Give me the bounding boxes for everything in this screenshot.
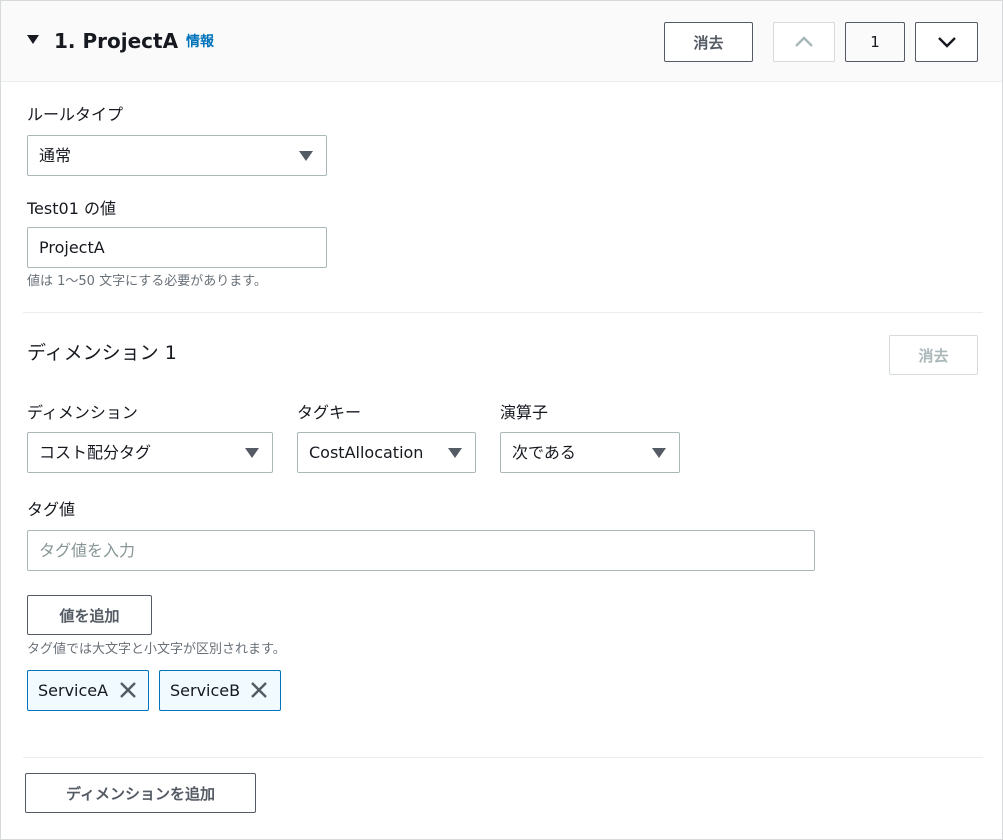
operator-select[interactable]: 次である xyxy=(500,432,680,473)
remove-token-icon[interactable] xyxy=(249,680,269,700)
rule-header: 1. ProjectA 情報 消去 1 xyxy=(1,1,1002,82)
value-constraint-hint: 値は 1〜50 文字にする必要があります。 xyxy=(27,274,267,289)
move-up-button[interactable] xyxy=(773,22,835,62)
dropdown-arrow-icon xyxy=(245,448,259,458)
dropdown-arrow-icon xyxy=(299,151,313,161)
tag-key-label: タグキー xyxy=(297,403,362,422)
rule-delete-button[interactable]: 消去 xyxy=(664,22,753,62)
footer-divider xyxy=(23,757,983,758)
tag-token-label: ServiceA xyxy=(38,681,109,700)
case-sensitive-hint: タグ値では大文字と小文字が区別されます。 xyxy=(27,642,286,657)
tag-value-placeholder: タグ値を入力 xyxy=(39,540,136,560)
tag-key-value: CostAllocation xyxy=(309,442,424,462)
rule-type-value: 通常 xyxy=(39,145,72,165)
value-input[interactable]: ProjectA xyxy=(27,227,327,268)
rule-order-number: 1 xyxy=(845,22,905,62)
chevron-up-icon xyxy=(795,36,813,47)
collapse-caret-icon[interactable] xyxy=(27,35,39,44)
rule-title: 1. ProjectA xyxy=(54,29,179,53)
add-value-button[interactable]: 値を追加 xyxy=(27,595,152,635)
move-down-button[interactable] xyxy=(915,22,978,62)
info-link[interactable]: 情報 xyxy=(186,33,214,51)
section-divider xyxy=(23,312,983,313)
rule-type-label: ルールタイプ xyxy=(27,105,124,124)
tag-token: ServiceB xyxy=(159,670,281,711)
dimension-select[interactable]: コスト配分タグ xyxy=(27,432,273,473)
operator-value: 次である xyxy=(512,442,576,462)
tag-value-input[interactable]: タグ値を入力 xyxy=(27,530,815,571)
tag-value-label: タグ値 xyxy=(27,500,76,519)
remove-token-icon[interactable] xyxy=(118,680,138,700)
dropdown-arrow-icon xyxy=(652,448,666,458)
dimension-title: ディメンション 1 xyxy=(27,342,177,364)
tag-token-label: ServiceB xyxy=(170,681,241,700)
value-label: Test01 の値 xyxy=(27,199,116,218)
rule-panel: 1. ProjectA 情報 消去 1 ルールタイプ 通常 Test01 の値 … xyxy=(0,0,1003,840)
dimension-label: ディメンション xyxy=(27,403,138,422)
dimension-select-value: コスト配分タグ xyxy=(39,442,152,462)
tag-key-select[interactable]: CostAllocation xyxy=(297,432,476,473)
tag-token: ServiceA xyxy=(27,670,149,711)
dimension-delete-button[interactable]: 消去 xyxy=(889,335,978,375)
value-input-text: ProjectA xyxy=(39,237,105,257)
rule-type-select[interactable]: 通常 xyxy=(27,135,327,176)
operator-label: 演算子 xyxy=(500,403,549,422)
dropdown-arrow-icon xyxy=(448,448,462,458)
chevron-down-icon xyxy=(937,37,956,48)
add-dimension-button[interactable]: ディメンションを追加 xyxy=(25,773,256,813)
